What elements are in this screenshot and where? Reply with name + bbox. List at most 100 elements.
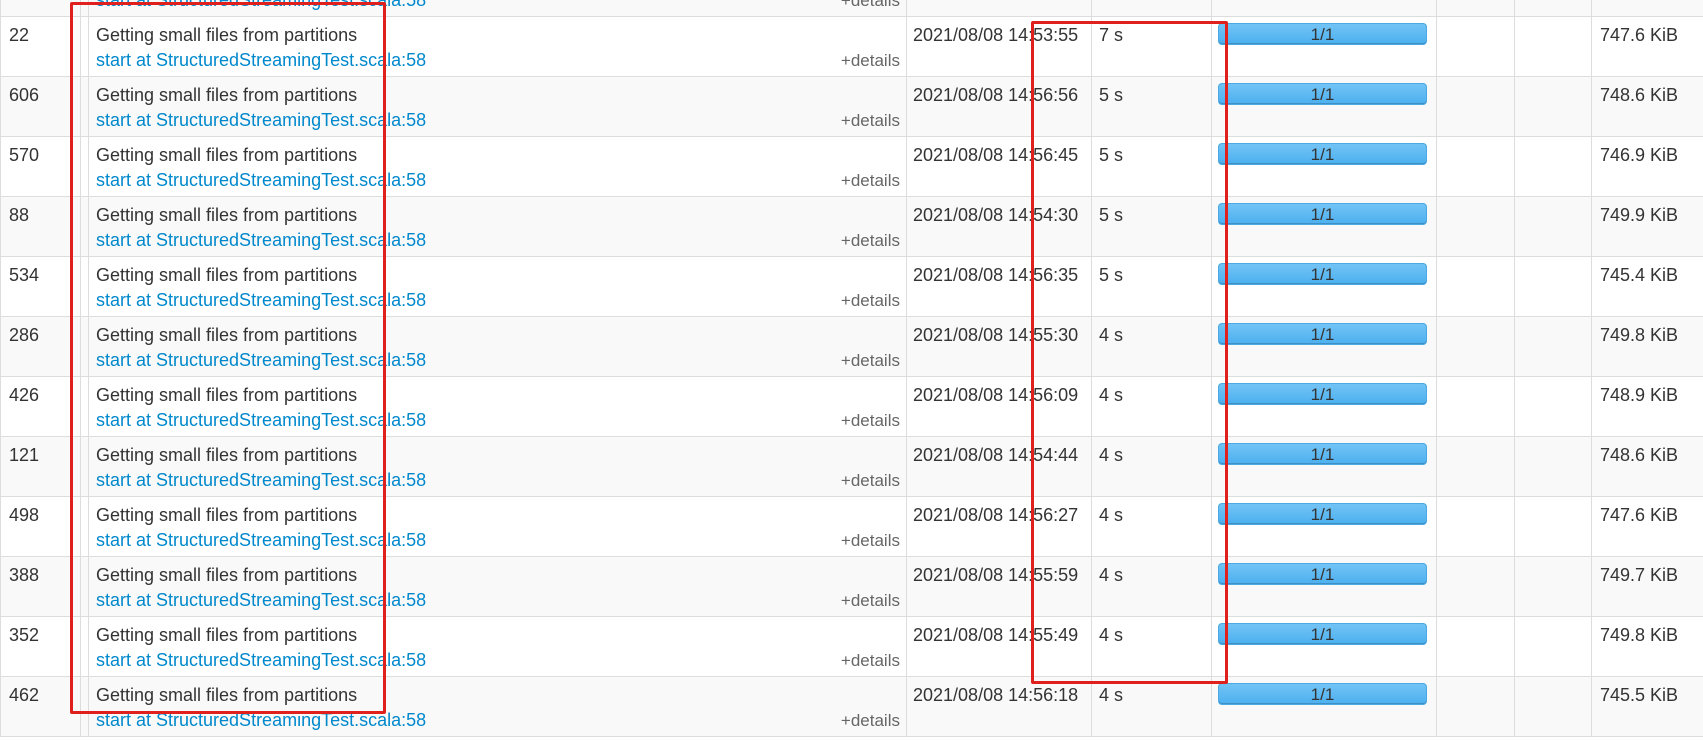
empty-cell bbox=[1436, 196, 1515, 257]
stage-description: Getting small files from partitions bbox=[96, 325, 358, 345]
input-size-cell: 749.8 KiB bbox=[1591, 316, 1703, 377]
pool-cell bbox=[80, 616, 89, 677]
stage-link[interactable]: start at StructuredStreamingTest.scala:5… bbox=[96, 710, 426, 731]
submitted-time: 2021/08/08 14:56:45 bbox=[913, 145, 1079, 165]
tasks-progress-bar: 1/1 bbox=[1218, 143, 1427, 165]
description-cell: Getting small files from partitions star… bbox=[88, 436, 907, 497]
stage-link[interactable]: start at StructuredStreamingTest.scala:5… bbox=[96, 170, 426, 191]
pool-cell bbox=[80, 496, 89, 557]
duration: 5 s bbox=[1099, 85, 1124, 105]
submitted-time: 2021/08/08 14:56:56 bbox=[913, 85, 1079, 105]
description-cell: Getting small files from partitions star… bbox=[88, 496, 907, 557]
description-cell: Getting small files from partitions star… bbox=[88, 16, 907, 77]
input-size: 747.6 KiB bbox=[1600, 505, 1679, 525]
details-toggle[interactable]: +details bbox=[841, 711, 900, 731]
tasks-progress-bar: 1/1 bbox=[1218, 563, 1427, 585]
details-toggle[interactable]: +details bbox=[841, 291, 900, 311]
tasks-progress-label: 1/1 bbox=[1310, 625, 1335, 644]
input-size-cell: 745.4 KiB bbox=[1591, 256, 1703, 317]
stages-table-body: start at StructuredStreamingTest.scala:5… bbox=[0, 0, 1703, 737]
stage-link[interactable]: start at StructuredStreamingTest.scala:5… bbox=[96, 50, 426, 71]
stage-link[interactable]: start at StructuredStreamingTest.scala:5… bbox=[96, 650, 426, 671]
duration-cell: 4 s bbox=[1091, 376, 1212, 437]
duration-cell: 4 s bbox=[1091, 616, 1212, 677]
input-size: 745.4 KiB bbox=[1600, 265, 1679, 285]
duration-cell: 4 s bbox=[1091, 316, 1212, 377]
stage-link[interactable]: start at StructuredStreamingTest.scala:5… bbox=[96, 470, 426, 491]
tasks-cell: 1/1 bbox=[1211, 556, 1437, 617]
details-toggle[interactable]: +details bbox=[841, 231, 900, 251]
pool-cell bbox=[80, 196, 89, 257]
input-size-cell: 747.6 KiB bbox=[1591, 496, 1703, 557]
stage-id-cell: 88 bbox=[0, 196, 81, 257]
stage-link[interactable]: start at StructuredStreamingTest.scala:5… bbox=[96, 410, 426, 431]
details-toggle[interactable]: +details bbox=[841, 51, 900, 71]
stage-link[interactable]: start at StructuredStreamingTest.scala:5… bbox=[96, 110, 426, 131]
submitted-cell: 2021/08/08 14:53:55 bbox=[906, 16, 1092, 77]
empty-cell bbox=[1514, 16, 1592, 77]
input-size: 746.9 KiB bbox=[1600, 145, 1679, 165]
stage-description: Getting small files from partitions bbox=[96, 205, 358, 225]
duration-cell bbox=[1091, 0, 1212, 17]
details-toggle[interactable]: +details bbox=[841, 531, 900, 551]
empty-cell bbox=[1436, 316, 1515, 377]
stages-page: start at StructuredStreamingTest.scala:5… bbox=[0, 0, 1703, 741]
details-toggle[interactable]: +details bbox=[841, 0, 900, 11]
empty-cell bbox=[1514, 0, 1592, 17]
duration-cell: 4 s bbox=[1091, 556, 1212, 617]
stage-link[interactable]: start at StructuredStreamingTest.scala:5… bbox=[96, 530, 426, 551]
details-toggle[interactable]: +details bbox=[841, 351, 900, 371]
pool-cell bbox=[80, 556, 89, 617]
tasks-progress-bar: 1/1 bbox=[1218, 23, 1427, 45]
stage-link[interactable]: start at StructuredStreamingTest.scala:5… bbox=[96, 590, 426, 611]
description-cell: Getting small files from partitions star… bbox=[88, 376, 907, 437]
description-cell: Getting small files from partitions star… bbox=[88, 136, 907, 197]
details-toggle[interactable]: +details bbox=[841, 471, 900, 491]
stage-id: 606 bbox=[9, 85, 40, 105]
table-row: 606 Getting small files from partitions … bbox=[0, 76, 1703, 137]
tasks-cell: 1/1 bbox=[1211, 16, 1437, 77]
stage-link[interactable]: start at StructuredStreamingTest.scala:5… bbox=[96, 350, 426, 371]
details-toggle[interactable]: +details bbox=[841, 651, 900, 671]
submitted-time: 2021/08/08 14:54:44 bbox=[913, 445, 1079, 465]
stage-link[interactable]: start at StructuredStreamingTest.scala:5… bbox=[96, 0, 426, 11]
empty-cell bbox=[1436, 616, 1515, 677]
input-size: 748.6 KiB bbox=[1600, 445, 1679, 465]
stage-link[interactable]: start at StructuredStreamingTest.scala:5… bbox=[96, 290, 426, 311]
stage-id: 426 bbox=[9, 385, 40, 405]
tasks-progress-label: 1/1 bbox=[1310, 85, 1335, 104]
tasks-cell: 1/1 bbox=[1211, 76, 1437, 137]
details-toggle[interactable]: +details bbox=[841, 111, 900, 131]
duration: 5 s bbox=[1099, 265, 1124, 285]
stage-description: Getting small files from partitions bbox=[96, 85, 358, 105]
stage-id-cell: 22 bbox=[0, 16, 81, 77]
tasks-progress-bar: 1/1 bbox=[1218, 623, 1427, 645]
details-toggle[interactable]: +details bbox=[841, 411, 900, 431]
stage-id-cell: 286 bbox=[0, 316, 81, 377]
submitted-cell: 2021/08/08 14:56:35 bbox=[906, 256, 1092, 317]
details-toggle[interactable]: +details bbox=[841, 171, 900, 191]
empty-cell bbox=[1514, 316, 1592, 377]
duration-cell: 5 s bbox=[1091, 76, 1212, 137]
empty-cell bbox=[1436, 136, 1515, 197]
stage-id: 388 bbox=[9, 565, 40, 585]
input-size: 749.8 KiB bbox=[1600, 325, 1679, 345]
pool-cell bbox=[80, 376, 89, 437]
tasks-progress-bar: 1/1 bbox=[1218, 443, 1427, 465]
empty-cell bbox=[1436, 16, 1515, 77]
stages-table: start at StructuredStreamingTest.scala:5… bbox=[0, 0, 1703, 737]
empty-cell bbox=[1514, 676, 1592, 737]
stage-id-cell: 534 bbox=[0, 256, 81, 317]
tasks-cell: 1/1 bbox=[1211, 316, 1437, 377]
stage-id-cell: 570 bbox=[0, 136, 81, 197]
empty-cell bbox=[1514, 76, 1592, 137]
stage-id-cell: 498 bbox=[0, 496, 81, 557]
description-cell: Getting small files from partitions star… bbox=[88, 316, 907, 377]
submitted-cell: 2021/08/08 14:56:27 bbox=[906, 496, 1092, 557]
duration: 5 s bbox=[1099, 145, 1124, 165]
empty-cell bbox=[1514, 556, 1592, 617]
stage-link[interactable]: start at StructuredStreamingTest.scala:5… bbox=[96, 230, 426, 251]
details-toggle[interactable]: +details bbox=[841, 591, 900, 611]
duration: 4 s bbox=[1099, 685, 1124, 705]
empty-cell bbox=[1514, 496, 1592, 557]
